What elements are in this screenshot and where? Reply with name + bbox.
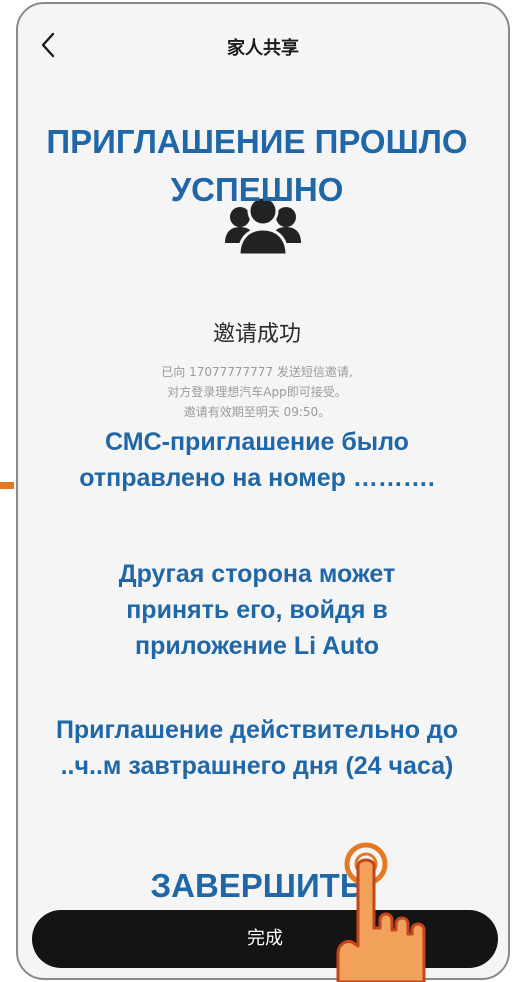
desc-line-accept: 对方登录理想汽车App即可接受。 <box>167 385 347 399</box>
overlay-finish-label: ЗАВЕРШИТЬ <box>150 867 364 904</box>
page-title: 家人共享 <box>227 38 299 58</box>
desc-line-validity: 邀请有效期至明天 09:50。 <box>183 405 331 419</box>
overlay-sms-note: СМС-приглашение было отправлено на номер… <box>79 428 435 492</box>
done-button-label: 完成 <box>247 928 283 949</box>
overlay-validity-note: Приглашение действительно до ..ч..м завт… <box>55 716 459 780</box>
invite-success-title: 邀请成功 <box>212 322 301 347</box>
pointing-hand-icon <box>336 842 426 982</box>
screenshot-stage: 家人共享 邀请成功 已向 17077777777 发送短信邀请, 对方登录理想汽… <box>0 0 514 982</box>
overlay-title: ПРИГЛАШЕНИЕ ПРОШЛО УСПЕШНО <box>46 123 468 208</box>
overlay-other-party-note: Другая сторона может принять его, войдя … <box>118 560 396 660</box>
desc-line-sms: 已向 17077777777 发送短信邀请, <box>161 365 353 379</box>
invite-success-description: 已向 17077777777 发送短信邀请, 对方登录理想汽车App即可接受。 … <box>0 362 514 422</box>
top-bar: 家人共享 <box>18 4 508 86</box>
